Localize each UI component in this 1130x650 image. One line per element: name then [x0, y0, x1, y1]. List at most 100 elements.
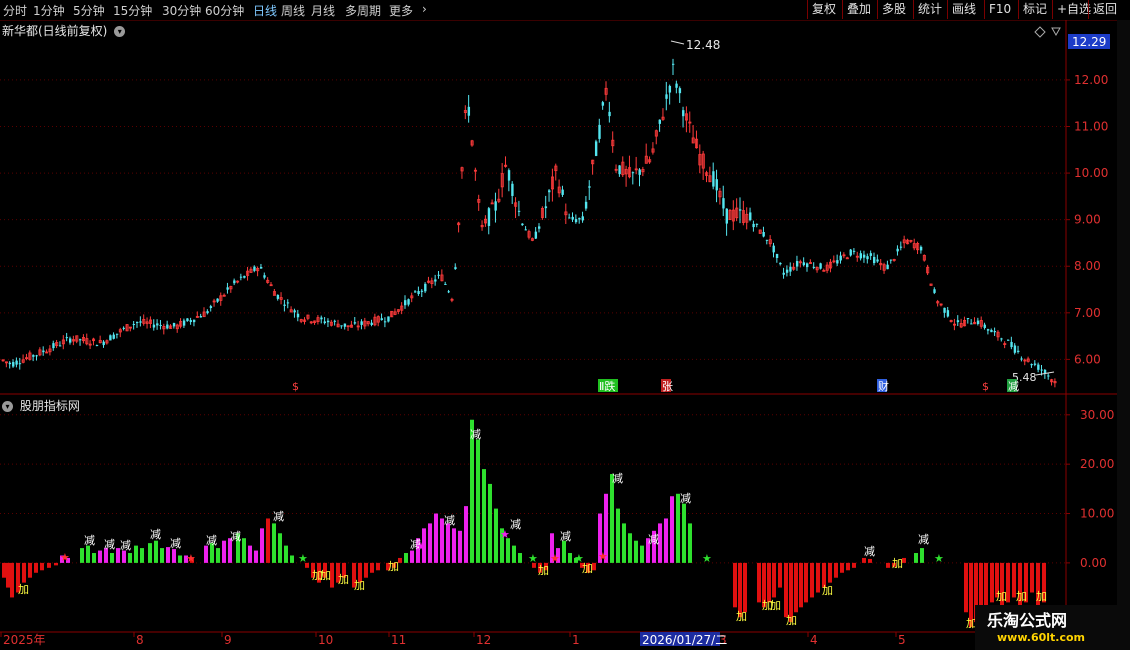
candle-body	[839, 255, 842, 261]
candle-body	[668, 85, 672, 93]
indicator-bar	[364, 562, 368, 578]
candle-body	[487, 208, 491, 226]
buy-signal-label: 加	[770, 599, 781, 612]
indicator-bar	[376, 562, 380, 571]
x-axis-label: 2025年	[3, 633, 46, 647]
buy-signal-label: 加	[338, 573, 349, 586]
indicator-bar	[47, 562, 51, 568]
indicator-bar	[518, 553, 522, 563]
indicator-bar	[54, 562, 58, 566]
indicator-bar	[568, 553, 572, 563]
candle-body	[548, 190, 551, 193]
candle-body	[58, 345, 62, 347]
indicator-bar	[92, 553, 96, 563]
star-icon: ★	[60, 551, 70, 564]
candle-body	[739, 209, 742, 211]
x-axis-label: 8	[136, 633, 144, 647]
candle-body	[340, 325, 343, 327]
candle-body	[42, 350, 45, 353]
candle-body	[1033, 363, 1037, 365]
candle-body	[370, 322, 373, 325]
indicator-bar	[610, 474, 614, 563]
candle-body	[772, 245, 775, 253]
candle-body	[253, 266, 256, 271]
buy-signal-label: 加	[354, 579, 365, 592]
candle-body	[239, 276, 243, 278]
main-y-tick-label: 11.00	[1074, 120, 1108, 134]
indicator-bar	[784, 562, 788, 618]
indicator-bar	[148, 543, 152, 563]
candle-body	[970, 323, 973, 325]
indicator-bar	[266, 518, 270, 563]
indicator-bar	[272, 523, 276, 563]
candle-body	[762, 232, 765, 237]
candle-body	[1030, 364, 1033, 366]
indicator-bar	[868, 558, 872, 563]
candle-body	[725, 208, 728, 224]
indicator-bar	[512, 545, 516, 563]
sell-signal-label: 减	[444, 514, 455, 527]
candle-body	[69, 338, 72, 343]
candle-body	[571, 216, 574, 220]
indicator-bar	[506, 538, 510, 563]
indicator-bar	[984, 562, 988, 608]
candle-body	[779, 262, 782, 265]
candle-body	[785, 269, 789, 273]
candle-body	[682, 110, 685, 117]
candle-body	[765, 239, 769, 241]
candle-body	[1040, 369, 1043, 371]
x-axis-label: 5	[898, 633, 906, 647]
candle-body	[353, 322, 357, 324]
star-icon: ★	[528, 552, 538, 565]
indicator-bar	[682, 503, 686, 563]
indicator-bar	[616, 508, 620, 563]
candle-body	[296, 313, 300, 318]
candle-body	[52, 343, 55, 349]
candle-body	[199, 316, 203, 318]
candle-body	[896, 248, 899, 252]
candle-body	[424, 283, 427, 292]
indicator-bar	[757, 562, 761, 603]
indicator-bar	[28, 562, 32, 578]
candle-body	[293, 310, 296, 313]
sell-signal-label: 减	[150, 528, 161, 541]
sell-signal-label: 减	[864, 545, 875, 558]
candle-body	[601, 102, 605, 106]
event-marker: 张	[662, 380, 673, 393]
indicator-y-tick-label: 0.00	[1080, 556, 1107, 570]
indicator-bar	[914, 553, 918, 563]
indicator-bar	[434, 513, 438, 563]
candle-body	[507, 170, 511, 181]
indicator-bar	[22, 562, 26, 583]
indicator-bar	[446, 523, 450, 563]
candle-body	[990, 329, 993, 333]
sell-signal-label: 减	[510, 518, 521, 531]
candle-body	[782, 272, 785, 275]
candle-body	[876, 259, 879, 262]
candle-body	[1007, 339, 1010, 341]
chart-canvas[interactable]: 6.00 7.00 8.00 9.00 10.00 11.00 12.00 12.29 0.00…	[0, 0, 1130, 650]
candle-body	[189, 320, 192, 322]
sell-signal-label: 减	[170, 537, 181, 550]
indicator-bar	[6, 562, 10, 588]
candle-body	[109, 335, 112, 341]
candle-body	[186, 318, 189, 322]
sell-signal-label: 减	[680, 492, 691, 505]
candle-body	[919, 246, 923, 251]
indicator-bar	[284, 545, 288, 563]
indicator-bar	[260, 528, 264, 563]
sell-signal-label: 减	[612, 472, 623, 485]
candle-body	[712, 171, 715, 187]
candle-body	[132, 324, 136, 326]
indicator-bar	[410, 550, 414, 563]
candle-body	[360, 321, 363, 325]
candle-body	[1017, 350, 1020, 352]
indicator-bar	[86, 545, 90, 563]
candle-body	[889, 259, 893, 261]
indicator-bar	[290, 555, 294, 563]
indicator-bar	[804, 562, 808, 603]
indicator-bar	[494, 508, 498, 563]
candle-body	[437, 274, 440, 276]
candle-body	[65, 337, 69, 339]
candle-body	[852, 250, 856, 252]
